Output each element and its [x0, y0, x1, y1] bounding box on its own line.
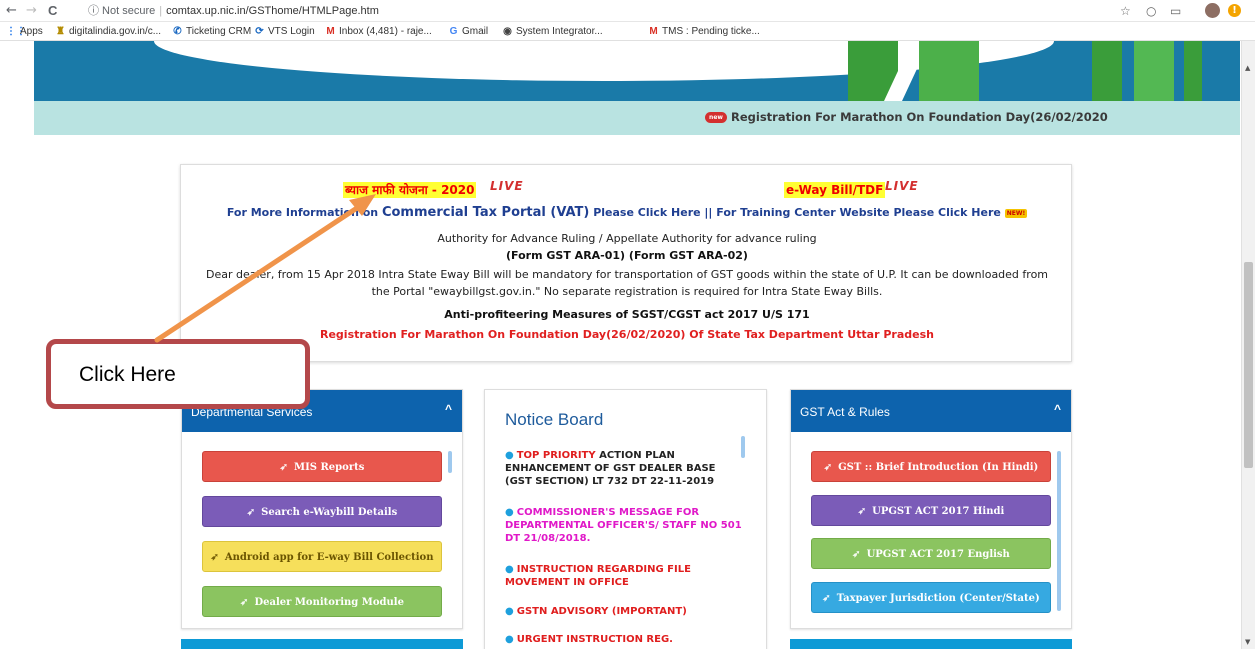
arrow-shaft — [154, 203, 363, 343]
annotation-arrow-icon — [154, 194, 376, 343]
